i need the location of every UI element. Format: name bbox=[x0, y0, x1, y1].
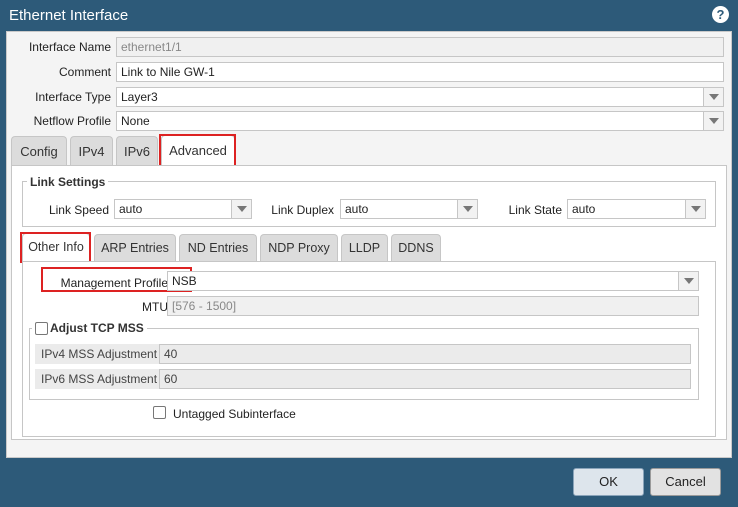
adjust-tcp-mss-label: Adjust TCP MSS bbox=[50, 321, 144, 335]
management-profile-select[interactable]: NSB bbox=[167, 271, 699, 291]
tab-ipv6[interactable]: IPv6 bbox=[116, 136, 158, 166]
mtu-input[interactable]: [576 - 1500] bbox=[167, 296, 699, 316]
link-state-label: Link State bbox=[508, 203, 562, 217]
comment-label: Comment bbox=[58, 65, 111, 79]
link-speed-value: auto bbox=[119, 202, 143, 216]
tab-ipv4[interactable]: IPv4 bbox=[70, 136, 113, 166]
link-state-value: auto bbox=[572, 202, 596, 216]
window-title: Ethernet Interface bbox=[9, 7, 129, 24]
management-profile-label: Management Profile bbox=[60, 276, 168, 290]
link-duplex-select[interactable]: auto bbox=[340, 199, 478, 219]
tab-advanced[interactable]: Advanced bbox=[161, 135, 235, 166]
ipv6-mss-input[interactable]: 60 bbox=[159, 369, 691, 389]
adjust-tcp-mss-checkbox[interactable] bbox=[35, 322, 48, 335]
chevron-down-icon[interactable] bbox=[231, 200, 251, 218]
subtab-lldp[interactable]: LLDP bbox=[341, 234, 388, 262]
subtab-other-info[interactable]: Other Info bbox=[22, 233, 90, 262]
netflow-profile-select[interactable]: None bbox=[116, 111, 724, 131]
other-info-content: Management Profile NSB MTU [576 - 1500] … bbox=[22, 261, 716, 437]
untagged-subinterface-label: Untagged Subinterface bbox=[173, 407, 296, 421]
subtab-ndp-proxy[interactable]: NDP Proxy bbox=[260, 234, 338, 262]
dialog-footer: OK Cancel bbox=[0, 460, 738, 507]
cancel-button[interactable]: Cancel bbox=[650, 468, 721, 496]
link-state-select[interactable]: auto bbox=[567, 199, 706, 219]
subtab-ddns[interactable]: DDNS bbox=[391, 234, 441, 262]
management-profile-value: NSB bbox=[172, 274, 197, 288]
adjust-tcp-mss-group bbox=[29, 328, 699, 400]
subtab-nd-entries[interactable]: ND Entries bbox=[179, 234, 257, 262]
link-speed-select[interactable]: auto bbox=[114, 199, 252, 219]
interface-type-label: Interface Type bbox=[35, 90, 111, 104]
ipv4-mss-label: IPv4 MSS Adjustment bbox=[35, 344, 159, 364]
title-bar: Ethernet Interface ? bbox=[0, 0, 738, 30]
chevron-down-icon[interactable] bbox=[703, 88, 723, 106]
chevron-down-icon[interactable] bbox=[678, 272, 698, 290]
help-icon[interactable]: ? bbox=[712, 6, 729, 23]
interface-type-select[interactable]: Layer3 bbox=[116, 87, 724, 107]
ipv6-mss-label: IPv6 MSS Adjustment bbox=[35, 369, 159, 389]
ok-button[interactable]: OK bbox=[573, 468, 644, 496]
link-duplex-value: auto bbox=[345, 202, 369, 216]
dialog-panel: Interface Name ethernet1/1 Comment Link … bbox=[6, 31, 732, 458]
chevron-down-icon[interactable] bbox=[685, 200, 705, 218]
chevron-down-icon[interactable] bbox=[703, 112, 723, 130]
link-settings-legend: Link Settings bbox=[27, 175, 109, 189]
tab-config[interactable]: Config bbox=[11, 136, 67, 166]
subtab-arp-entries[interactable]: ARP Entries bbox=[94, 234, 176, 262]
link-speed-label: Link Speed bbox=[48, 203, 109, 217]
comment-input[interactable]: Link to Nile GW-1 bbox=[116, 62, 724, 82]
netflow-profile-value: None bbox=[121, 114, 150, 128]
mtu-label: MTU bbox=[142, 300, 168, 314]
ipv4-mss-input[interactable]: 40 bbox=[159, 344, 691, 364]
interface-name-label: Interface Name bbox=[28, 40, 111, 54]
untagged-subinterface-checkbox[interactable] bbox=[153, 406, 166, 419]
interface-name-field: ethernet1/1 bbox=[116, 37, 724, 57]
advanced-tab-content: Link Settings Link Speed auto Link Duple… bbox=[11, 165, 727, 440]
interface-type-value: Layer3 bbox=[121, 90, 158, 104]
netflow-profile-label: Netflow Profile bbox=[33, 114, 111, 128]
link-duplex-label: Link Duplex bbox=[271, 203, 334, 217]
chevron-down-icon[interactable] bbox=[457, 200, 477, 218]
adjust-tcp-mss-legend: Adjust TCP MSS bbox=[32, 321, 147, 335]
